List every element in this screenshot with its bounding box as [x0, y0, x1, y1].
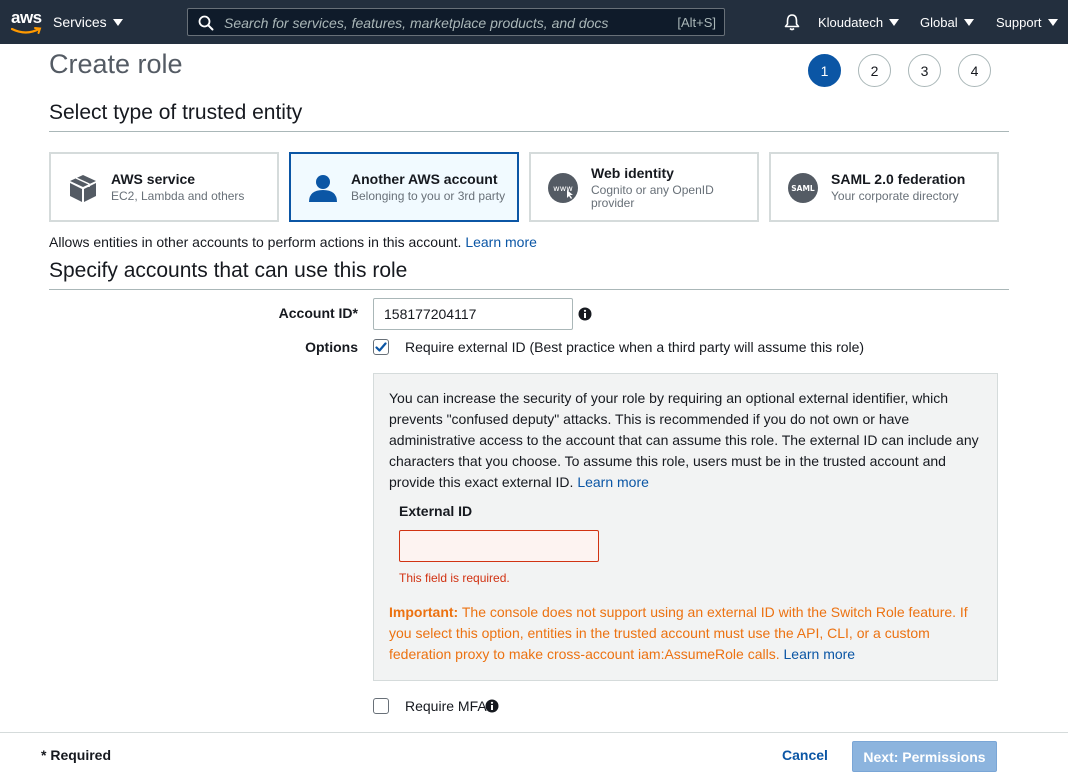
checkmark-icon: [375, 342, 387, 352]
region-menu[interactable]: Global: [920, 15, 974, 30]
step-4[interactable]: 4: [958, 54, 991, 87]
entity-title: SAML 2.0 federation: [831, 171, 966, 187]
entity-web-identity[interactable]: www Web identity Cognito or any OpenID p…: [529, 152, 759, 222]
help-text: Allows entities in other accounts to per…: [49, 234, 462, 250]
search-bar[interactable]: [Alt+S]: [187, 8, 725, 36]
require-external-id-checkbox[interactable]: [373, 339, 389, 355]
search-input[interactable]: [222, 12, 646, 34]
services-label: Services: [53, 14, 107, 30]
support-label: Support: [996, 15, 1042, 30]
caret-down-icon: [1047, 19, 1058, 26]
caret-down-icon: [963, 19, 974, 26]
caret-down-icon: [889, 19, 900, 26]
next-permissions-button[interactable]: Next: Permissions: [852, 741, 997, 772]
account-id-label: Account ID*: [278, 305, 358, 321]
account-name: Kloudatech: [818, 15, 884, 30]
learn-more-link[interactable]: Learn more: [577, 474, 649, 490]
step-3[interactable]: 3: [908, 54, 941, 87]
info-icon[interactable]: [485, 699, 499, 713]
entity-title: AWS service: [111, 171, 196, 187]
entity-subtitle: Cognito or any OpenID provider: [591, 183, 714, 210]
required-note: * Required: [41, 747, 112, 763]
external-id-error: This field is required.: [399, 571, 510, 585]
accounts-heading: Specify accounts that can use this role: [49, 259, 408, 282]
learn-more-link[interactable]: Learn more: [465, 234, 537, 250]
saml-icon: SAML: [788, 173, 818, 203]
require-external-id-label[interactable]: Require external ID (Best practice when …: [405, 339, 864, 355]
options-label: Options: [305, 339, 358, 355]
entity-title: Another AWS account: [351, 171, 498, 187]
require-mfa-checkbox[interactable]: [373, 698, 389, 714]
external-id-label: External ID: [399, 503, 473, 519]
page-title: Create role: [49, 49, 183, 79]
step-2[interactable]: 2: [858, 54, 891, 87]
external-id-description: You can increase the security of your ro…: [389, 388, 989, 493]
aws-logo-text: aws: [11, 8, 42, 27]
aws-smile-icon: [10, 27, 42, 34]
entity-saml-federation[interactable]: SAML SAML 2.0 federation Your corporate …: [769, 152, 999, 222]
search-shortcut: [Alt+S]: [677, 15, 716, 30]
region-name: Global: [920, 15, 958, 30]
user-icon: [309, 175, 337, 202]
bell-icon[interactable]: [783, 13, 801, 31]
svg-text:SAML: SAML: [791, 184, 815, 193]
require-mfa-label[interactable]: Require MFA: [405, 698, 487, 714]
description-text: You can increase the security of your ro…: [389, 390, 979, 490]
services-menu[interactable]: Services: [53, 14, 123, 30]
important-notice: Important: The console does not support …: [389, 602, 989, 665]
divider: [49, 131, 1009, 132]
entity-aws-service[interactable]: AWS service EC2, Lambda and others: [49, 152, 279, 222]
trusted-entity-heading: Select type of trusted entity: [49, 101, 303, 124]
top-nav-bar: aws Services [Alt+S] Kloudatech Global S…: [0, 0, 1068, 44]
cube-icon: [70, 175, 96, 202]
wizard-steps: 1 2 3 4: [808, 54, 991, 87]
learn-more-link[interactable]: Learn more: [784, 646, 856, 662]
caret-down-icon: [112, 18, 123, 26]
account-id-input[interactable]: [373, 298, 573, 330]
entity-help-text: Allows entities in other accounts to per…: [49, 234, 537, 250]
support-menu[interactable]: Support: [996, 15, 1058, 30]
info-icon[interactable]: [578, 307, 592, 321]
entity-subtitle: EC2, Lambda and others: [111, 189, 245, 203]
entity-title: Web identity: [591, 165, 674, 181]
search-icon: [198, 15, 214, 31]
aws-logo[interactable]: aws: [10, 8, 44, 38]
entity-subtitle: Belonging to you or 3rd party: [351, 189, 506, 203]
entity-another-aws-account[interactable]: Another AWS account Belonging to you or …: [289, 152, 519, 222]
external-id-panel: You can increase the security of your ro…: [373, 373, 998, 681]
entity-subtitle: Your corporate directory: [831, 189, 959, 203]
external-id-input[interactable]: [399, 530, 599, 562]
important-text: The console does not support using an ex…: [389, 604, 968, 662]
account-menu[interactable]: Kloudatech: [818, 15, 900, 30]
important-label: Important:: [389, 604, 459, 620]
svg-text:www: www: [553, 184, 573, 193]
cancel-button[interactable]: Cancel: [782, 747, 828, 763]
footer-bar: * Required Cancel Next: Permissions: [0, 732, 1068, 776]
www-icon: www: [548, 173, 578, 203]
divider: [49, 289, 1009, 290]
step-1[interactable]: 1: [808, 54, 841, 87]
